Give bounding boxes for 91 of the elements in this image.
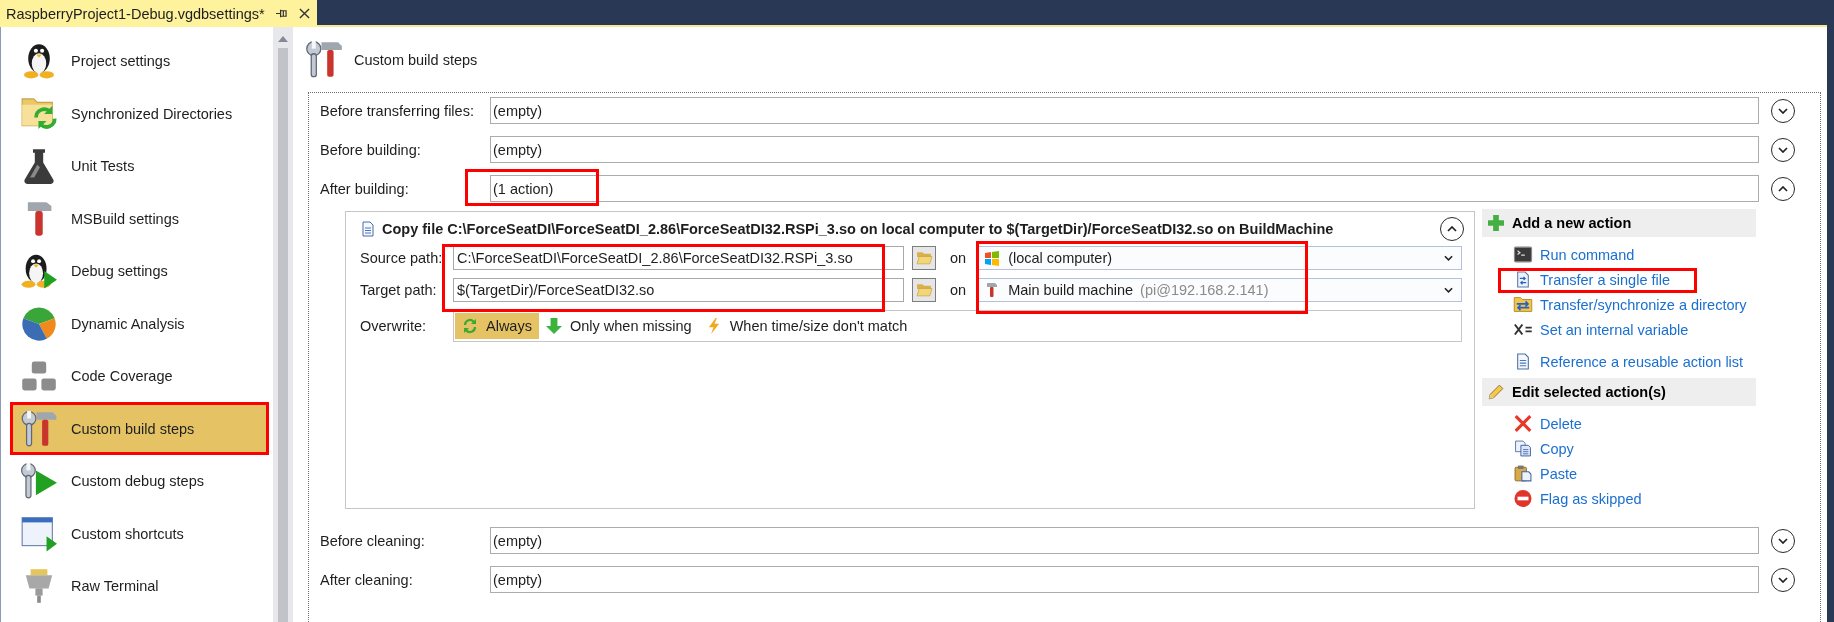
scrollbar-thumb[interactable] (278, 48, 288, 622)
step-label: After cleaning: (320, 571, 413, 588)
step-field[interactable]: (empty) (490, 527, 1759, 554)
overwrite-option[interactable]: Only when missing (538, 313, 699, 339)
penguin-play-icon (21, 253, 57, 290)
step-label: Before cleaning: (320, 532, 425, 549)
flag-icon (984, 250, 1001, 266)
step-label: Before transferring files: (320, 102, 474, 119)
browse-button[interactable] (912, 246, 936, 270)
step-label: Before building: (320, 141, 421, 158)
wrench-play-icon (21, 463, 57, 500)
sidebar-item[interactable]: Project settings (11, 35, 266, 88)
copy-icon (1513, 440, 1533, 457)
sidebar-item[interactable]: MSBuild settings (11, 192, 266, 245)
sidebar-item[interactable]: Raw Terminal (11, 560, 266, 613)
sidebar-item[interactable]: Custom shortcuts (11, 507, 266, 560)
on-label: on (950, 282, 967, 298)
path-field[interactable]: C:\ForceSeatDI\ForceSeatDI_2.86\ForceSeatDI32.RSPi_3.so (453, 246, 904, 270)
chevron-down-icon (1444, 287, 1453, 293)
action-link[interactable]: Set an internal variable (1513, 319, 1689, 340)
sync-arrows-icon (462, 318, 478, 334)
open-folder-icon (915, 283, 933, 297)
section-title: Add a new action (1512, 215, 1632, 231)
expand-toggle-button[interactable] (1771, 567, 1795, 592)
machine-dropdown[interactable]: Main build machine (pi@192.168.2.141) (977, 278, 1462, 302)
path-label: Source path: (360, 250, 443, 266)
down-arrow-icon (545, 318, 562, 334)
chevron-down-icon (1778, 146, 1788, 153)
action-link[interactable]: Reference a reusable action list (1513, 351, 1744, 372)
open-folder-icon (915, 251, 933, 265)
terminal-icon (1513, 246, 1533, 263)
step-field[interactable]: (1 action) (490, 175, 1759, 202)
expand-toggle-button[interactable] (1440, 217, 1464, 241)
action-title: Copy file C:\ForceSeatDI\ForceSeatDI_2.86\ForceSeatDI32.RSPi_3.so on local computer to $(TargetDir)/ForceSeatDI32.so on BuildMachine (382, 221, 1334, 237)
scroll-up-icon[interactable] (278, 36, 288, 42)
document-icon (362, 221, 374, 237)
action-link[interactable]: Paste (1513, 463, 1578, 484)
step-field[interactable]: (empty) (490, 136, 1759, 163)
step-label: After building: (320, 180, 409, 197)
expand-toggle-button[interactable] (1771, 528, 1795, 553)
document-tab[interactable]: RaspberryProject1-Debug.vgdbsettings* (0, 0, 317, 27)
overwrite-option[interactable]: Always (455, 313, 539, 339)
action-link[interactable]: Transfer/synchronize a directory (1513, 294, 1747, 315)
pin-icon[interactable] (274, 8, 288, 19)
wrench-hammer-icon (21, 410, 57, 447)
expand-toggle-button[interactable] (1771, 176, 1795, 201)
pie-chart-icon (21, 305, 57, 342)
sidebar-item[interactable]: Custom debug steps (11, 455, 266, 508)
chevron-down-icon (1778, 576, 1788, 583)
cross-icon (1513, 415, 1533, 432)
folder-transfer-icon (1513, 296, 1533, 313)
sidebar-item[interactable]: Synchronized Directories (11, 87, 266, 140)
pencil-icon (1488, 384, 1504, 400)
flask-icon (21, 148, 57, 185)
sidebar-item[interactable]: Unit Tests (11, 140, 266, 193)
wrench-hammer-icon (306, 41, 342, 78)
path-label: Target path: (360, 282, 437, 298)
action-link[interactable]: Flag as skipped (1513, 488, 1642, 509)
step-field[interactable]: (empty) (490, 566, 1759, 593)
sidebar-item[interactable]: Code Coverage (11, 350, 266, 403)
page-title: Custom build steps (354, 51, 478, 68)
section-title: Edit selected action(s) (1512, 384, 1666, 400)
folder-sync-icon (21, 95, 57, 132)
expand-toggle-button[interactable] (1771, 98, 1795, 123)
close-icon[interactable] (298, 8, 310, 19)
chevron-down-icon (1778, 107, 1788, 114)
on-label: on (950, 250, 967, 266)
sidebar-item[interactable]: Custom build steps (11, 402, 266, 455)
action-link[interactable]: Delete (1513, 413, 1582, 434)
machine-dropdown[interactable]: (local computer) (977, 246, 1462, 270)
chevron-up-icon (1778, 185, 1788, 192)
chevron-up-icon (1447, 226, 1457, 232)
action-link[interactable]: Run command (1513, 244, 1635, 265)
no-entry-icon (1513, 490, 1533, 507)
browse-button[interactable] (912, 278, 936, 302)
variable-icon (1513, 321, 1533, 338)
step-field[interactable]: (empty) (490, 97, 1759, 124)
sidebar-item[interactable]: Debug settings (11, 245, 266, 298)
overwrite-label: Overwrite: (360, 318, 427, 334)
chevron-down-icon (1778, 537, 1788, 544)
penguin-icon (21, 43, 57, 80)
overwrite-option[interactable]: When time/size don't match (698, 313, 915, 339)
window-play-icon (21, 515, 57, 552)
sidebar-item[interactable]: Dynamic Analysis (11, 297, 266, 350)
chevron-down-icon (1444, 255, 1453, 261)
path-field[interactable]: $(TargetDir)/ForceSeatDI32.so (453, 278, 904, 302)
paste-icon (1513, 465, 1533, 482)
plus-icon (1488, 215, 1504, 231)
expand-toggle-button[interactable] (1771, 137, 1795, 162)
action-link[interactable]: Copy (1513, 438, 1574, 459)
action-link[interactable]: Transfer a single file (1513, 269, 1671, 290)
